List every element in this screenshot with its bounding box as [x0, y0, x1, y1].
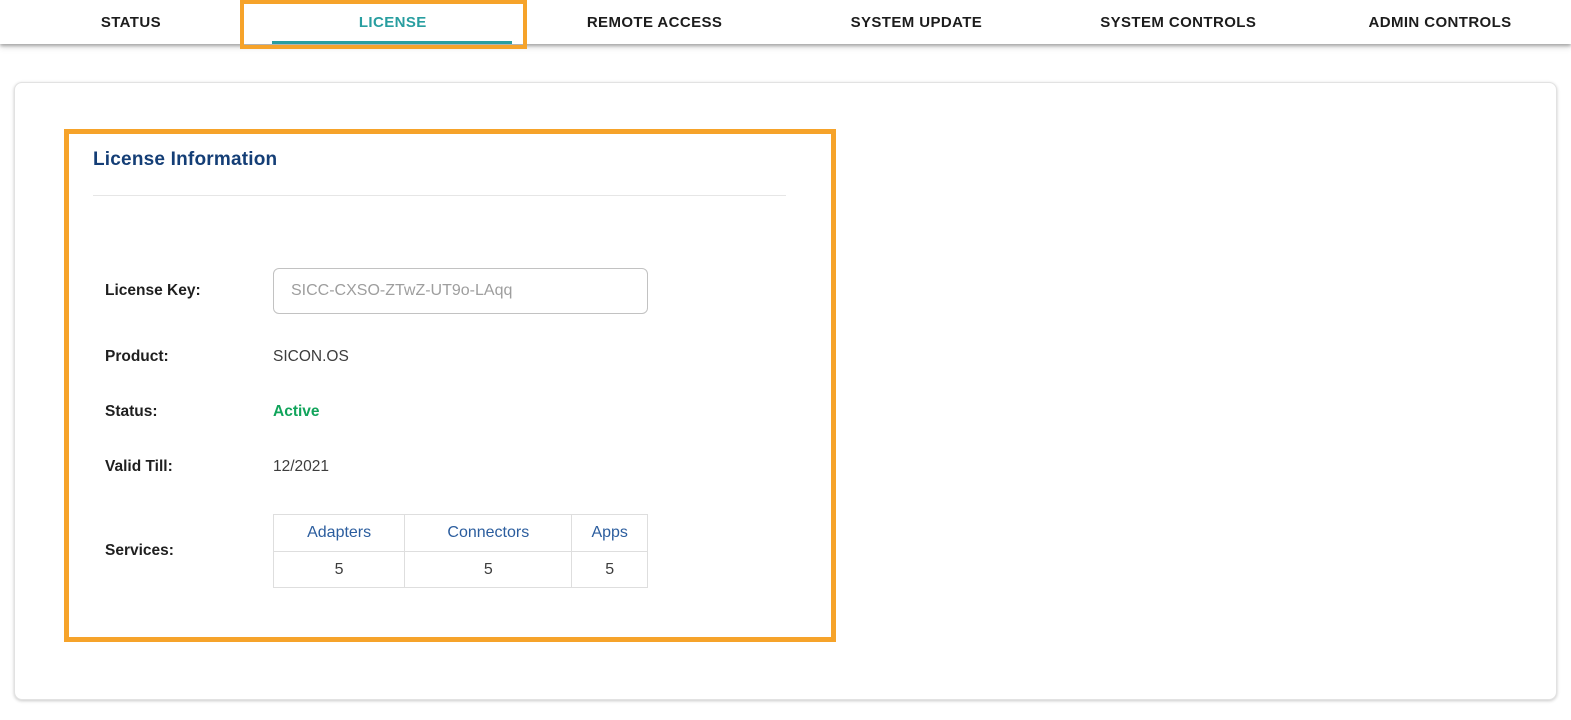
license-form: License Key: Product: SICON.OS Status: A… — [93, 268, 1556, 588]
status-badge: Active — [273, 403, 320, 421]
tab-license-label: LICENSE — [359, 14, 427, 31]
valid-till-label: Valid Till: — [105, 458, 273, 476]
valid-till-row: Valid Till: 12/2021 — [105, 458, 1556, 476]
tab-bar: STATUS LICENSE REMOTE ACCESS SYSTEM UPDA… — [0, 0, 1571, 44]
services-connectors-count: 5 — [405, 552, 572, 588]
tab-system-controls[interactable]: SYSTEM CONTROLS — [1047, 0, 1309, 44]
tab-status[interactable]: STATUS — [0, 0, 262, 44]
tab-license[interactable]: LICENSE — [262, 0, 524, 44]
tab-remote-access[interactable]: REMOTE ACCESS — [524, 0, 786, 44]
product-row: Product: SICON.OS — [105, 348, 1556, 366]
status-row: Status: Active — [105, 403, 1556, 421]
services-col-connectors: Connectors — [405, 515, 572, 552]
tab-remote-access-label: REMOTE ACCESS — [587, 14, 723, 31]
license-information-section: License Information License Key: Product… — [15, 83, 1556, 588]
license-key-label: License Key: — [105, 282, 273, 300]
section-divider — [93, 195, 786, 196]
license-key-row: License Key: — [105, 268, 1556, 314]
services-header-row: Adapters Connectors Apps — [274, 515, 648, 552]
product-label: Product: — [105, 348, 273, 366]
active-tab-underline — [272, 41, 512, 44]
license-key-input[interactable] — [273, 268, 648, 314]
services-col-apps: Apps — [572, 515, 648, 552]
section-title: License Information — [93, 149, 1556, 171]
status-label: Status: — [105, 403, 273, 421]
services-row: Services: Adapters Connectors Apps 5 5 5 — [105, 514, 1556, 588]
content-card: License Information License Key: Product… — [14, 82, 1557, 700]
services-adapters-count: 5 — [274, 552, 405, 588]
tab-admin-controls-label: ADMIN CONTROLS — [1369, 14, 1512, 31]
services-col-adapters: Adapters — [274, 515, 405, 552]
services-value-row: 5 5 5 — [274, 552, 648, 588]
services-label: Services: — [105, 542, 273, 560]
tab-system-update-label: SYSTEM UPDATE — [851, 14, 983, 31]
services-apps-count: 5 — [572, 552, 648, 588]
product-value: SICON.OS — [273, 348, 349, 366]
tab-system-controls-label: SYSTEM CONTROLS — [1100, 14, 1256, 31]
services-table: Adapters Connectors Apps 5 5 5 — [273, 514, 648, 588]
tab-system-update[interactable]: SYSTEM UPDATE — [785, 0, 1047, 44]
tab-admin-controls[interactable]: ADMIN CONTROLS — [1309, 0, 1571, 44]
valid-till-value: 12/2021 — [273, 458, 329, 476]
tab-status-label: STATUS — [101, 14, 161, 31]
